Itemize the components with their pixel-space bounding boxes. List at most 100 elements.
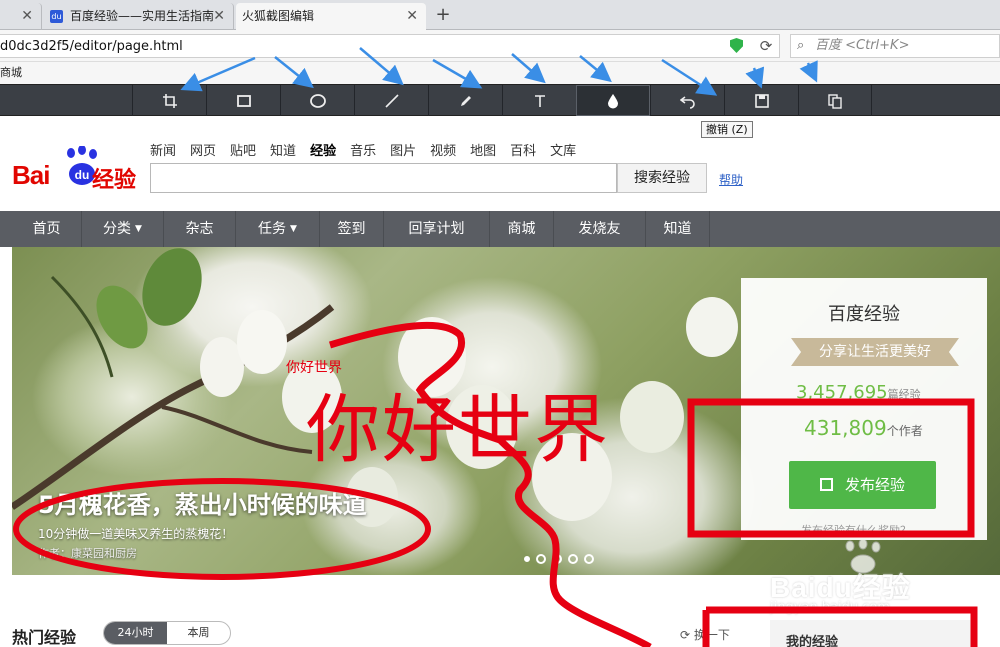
refresh-link[interactable]: ⟳ 换一下 (680, 626, 730, 643)
main-nav-label: 发烧友 (578, 221, 621, 237)
carousel-dot[interactable] (552, 554, 562, 564)
help-link[interactable]: 帮助 (719, 171, 743, 188)
top-nav-map[interactable]: 地图 (470, 140, 496, 159)
main-nav-home[interactable]: 首页 (12, 211, 82, 247)
new-tab-button[interactable]: + (432, 3, 454, 27)
text-icon (534, 94, 545, 107)
tab-screenshot-editor[interactable]: 火狐截图编辑 ✕ (236, 3, 426, 30)
banner-author: 作者：康菜园和厨房 (38, 547, 137, 560)
main-nav-mall[interactable]: 商城 (490, 211, 554, 247)
tab-bar: ✕ du 百度经验——实用生活指南 ✕ 火狐截图编辑 ✕ + (0, 0, 1000, 30)
main-nav-label: 商城 (507, 221, 536, 237)
main-nav-label: 回享计划 (408, 221, 465, 237)
top-nav-web[interactable]: 网页 (190, 140, 216, 159)
big-text-annotation: 你好世界 (306, 387, 610, 473)
main-nav-zhidao[interactable]: 知道 (646, 211, 710, 247)
stats-panel: 百度经验 分享让生活更美好 3,457,695篇经验 431,809个作者 发布… (741, 278, 987, 540)
undo-icon (679, 95, 695, 109)
publish-button[interactable]: 发布经验 (789, 461, 936, 509)
edit-icon (819, 478, 833, 491)
main-nav-magazine[interactable]: 杂志 (164, 211, 236, 247)
screenshot-root: ✕ du 百度经验——实用生活指南 ✕ 火狐截图编辑 ✕ + d0dc3d2f5… (0, 0, 1000, 647)
main-nav-tasks[interactable]: 任务 ▼ (236, 211, 320, 247)
line-icon (384, 93, 399, 108)
top-nav-wenku[interactable]: 文库 (550, 140, 576, 159)
time-range-switch: 24小时 本周 (103, 621, 231, 645)
crop-tool-button[interactable] (132, 85, 206, 116)
crop-icon (162, 93, 177, 108)
blur-drop-icon (608, 93, 618, 108)
main-nav: 首页 分类 ▼ 杂志 任务 ▼ 签到 回享计划 商城 发烧友 知道 (0, 211, 1000, 247)
reload-icon[interactable]: ⟳ (756, 36, 776, 56)
address-bar[interactable]: d0dc3d2f5/editor/page.html (0, 34, 780, 58)
banner-title[interactable]: 5月槐花香，蒸出小时候的味道 (38, 485, 367, 520)
ellipse-icon (309, 93, 326, 108)
baidu-watermark: Baidu经验 jingyan.baidu.com (760, 540, 990, 620)
main-nav-fans[interactable]: 发烧友 (554, 211, 646, 247)
pencil-tool-button[interactable] (428, 85, 502, 116)
main-nav-label: 杂志 (185, 221, 214, 237)
tab-baidu-jingyan[interactable]: du 百度经验——实用生活指南 ✕ (44, 3, 234, 30)
main-nav-checkin[interactable]: 签到 (320, 211, 384, 247)
main-nav-label: 知道 (663, 221, 692, 237)
hot-experience-title: 热门经验 (12, 628, 77, 647)
top-nav-zhidao[interactable]: 知道 (270, 140, 296, 159)
logo-bai-text: Bai (12, 160, 50, 190)
slogan-ribbon: 分享让生活更美好 (791, 338, 959, 366)
tab-24h[interactable]: 24小时 (104, 622, 167, 644)
save-tool-button[interactable] (724, 85, 798, 116)
top-nav-baike[interactable]: 百科 (510, 140, 536, 159)
main-nav-category[interactable]: 分类 ▼ (82, 211, 164, 247)
line-tool-button[interactable] (354, 85, 428, 116)
tab-previous[interactable]: ✕ (0, 3, 42, 30)
main-nav-label: 任务 (258, 221, 287, 237)
top-nav-jingyan[interactable]: 经验 (310, 140, 336, 159)
panel-title: 百度经验 (828, 304, 900, 325)
carousel-dot[interactable] (536, 554, 546, 564)
carousel-dot[interactable] (524, 556, 530, 562)
top-nav-images[interactable]: 图片 (390, 140, 416, 159)
save-icon (754, 93, 769, 108)
undo-tool-button[interactable] (650, 85, 724, 116)
close-tab-icon[interactable]: ✕ (213, 3, 225, 29)
ellipse-tool-button[interactable] (280, 85, 354, 116)
publish-button-label: 发布经验 (844, 476, 905, 494)
copy-icon (828, 93, 842, 109)
top-nav-music[interactable]: 音乐 (350, 140, 376, 159)
experience-count-unit: 篇经验 (887, 388, 921, 401)
logo-jingyan-text: 经验 (92, 168, 137, 193)
top-nav-news[interactable]: 新闻 (150, 140, 176, 159)
baidu-jingyan-logo[interactable]: Bai du 经验 (12, 146, 142, 193)
rectangle-tool-button[interactable] (206, 85, 280, 116)
bookmark-item[interactable]: 商城 (0, 66, 22, 79)
tab-week[interactable]: 本周 (167, 622, 230, 644)
text-tool-button[interactable] (502, 85, 576, 116)
chevron-down-icon: ▼ (135, 224, 142, 234)
author-count-unit: 个作者 (886, 424, 923, 438)
experience-count-value: 3,457,695 (796, 382, 888, 403)
carousel-dot[interactable] (584, 554, 594, 564)
search-icon: ⌕ (797, 38, 805, 53)
search-input[interactable]: ⌕ 百度 <Ctrl+K> (790, 34, 1000, 58)
top-nav-tieba[interactable]: 贴吧 (230, 140, 256, 159)
site-search-button[interactable]: 搜索经验 (617, 163, 707, 193)
carousel-dots (524, 554, 600, 564)
top-nav-video[interactable]: 视频 (430, 140, 456, 159)
blur-tool-button[interactable] (576, 85, 650, 116)
close-tab-icon[interactable]: ✕ (406, 3, 418, 29)
navigation-bar: d0dc3d2f5/editor/page.html ⟳ ⌕ 百度 <Ctrl+… (0, 30, 1000, 62)
site-search-input[interactable] (150, 163, 617, 193)
tab-label: 百度经验——实用生活指南 (70, 9, 215, 23)
baidu-paw-icon: du (50, 10, 63, 23)
author-count: 431,809个作者 (804, 416, 923, 440)
copy-tool-button[interactable] (798, 85, 872, 116)
reward-hint-link[interactable]: 发布经验有什么奖励？ (801, 522, 911, 538)
undo-tooltip: 撤销 (Z) (701, 121, 753, 138)
experience-count: 3,457,695篇经验 (796, 382, 921, 403)
close-tab-icon[interactable]: ✕ (21, 3, 33, 29)
main-nav-share-plan[interactable]: 回享计划 (384, 211, 490, 247)
search-placeholder: 百度 <Ctrl+K> (815, 38, 910, 53)
carousel-dot[interactable] (568, 554, 578, 564)
top-nav: 新闻 网页 贴吧 知道 经验 音乐 图片 视频 地图 百科 文库 (150, 140, 590, 159)
refresh-icon: ⟳ (680, 628, 691, 642)
